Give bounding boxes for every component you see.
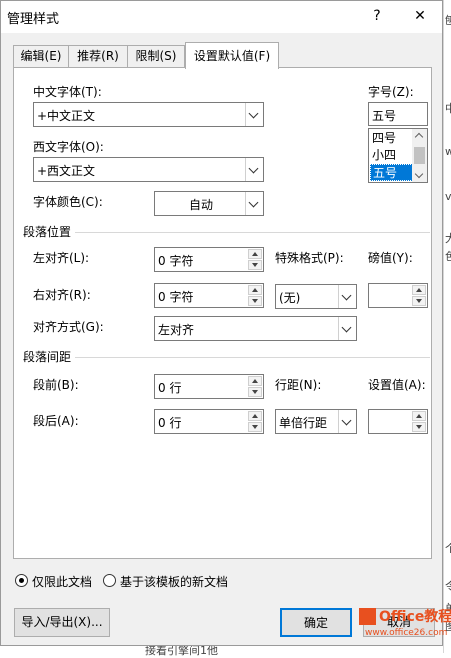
tab-edit[interactable]: 编辑(E)	[13, 45, 69, 67]
pound-stepper[interactable]	[368, 283, 428, 308]
manage-styles-dialog: 管理样式 ? ✕ 编辑(E) 推荐(R) 限制(S) 设置默认值(F) 中文字体…	[0, 0, 451, 646]
spin-down-icon[interactable]	[412, 296, 426, 306]
spin-down-icon[interactable]	[248, 422, 262, 432]
alignment-value: 左对齐	[158, 323, 195, 337]
chinese-font-value: +中文正文	[37, 109, 96, 123]
right-indent-stepper[interactable]: 0 字符	[154, 283, 264, 308]
dialog-title: 管理样式	[7, 12, 60, 27]
space-before-stepper[interactable]: 0 行	[154, 374, 264, 399]
pound-label: 磅值(Y):	[368, 251, 413, 265]
left-indent-value: 0 字符	[158, 254, 194, 268]
bg-char: 中	[445, 102, 451, 115]
left-indent-label: 左对齐(L):	[33, 251, 90, 265]
font-size-input[interactable]: 五号	[368, 102, 428, 126]
paragraph-position-heading: 段落位置	[23, 225, 72, 239]
spin-down-icon[interactable]	[412, 422, 426, 432]
watermark-brand: Office教程网	[379, 609, 451, 625]
line-spacing-label: 行距(N):	[275, 378, 322, 392]
special-format-label: 特殊格式(P):	[275, 251, 344, 265]
import-export-button[interactable]: 导入/导出(X)...	[14, 608, 110, 637]
this-document-radio[interactable]	[15, 574, 28, 587]
background-document: 刨 中 w v 大 色 个 令 单 图	[443, 0, 451, 653]
chevron-down-icon[interactable]	[338, 410, 356, 433]
chevron-down-icon[interactable]	[414, 169, 424, 179]
chevron-down-icon[interactable]	[338, 285, 356, 308]
paragraph-spacing-heading: 段落间距	[23, 350, 72, 364]
tab-recommend[interactable]: 推荐(R)	[68, 45, 128, 67]
chevron-down-icon[interactable]	[245, 158, 263, 181]
template-label[interactable]: 基于该模板的新文档	[120, 573, 228, 590]
this-document-label[interactable]: 仅限此文档	[32, 573, 92, 590]
close-button[interactable]: ✕	[408, 5, 432, 27]
chinese-font-combo[interactable]: +中文正文	[33, 102, 264, 127]
spin-up-icon[interactable]	[248, 411, 262, 421]
setting-value-label: 设置值(A):	[368, 378, 426, 392]
left-indent-stepper[interactable]: 0 字符	[154, 247, 264, 272]
watermark-url: www.office26.com	[365, 628, 448, 638]
spin-up-icon[interactable]	[412, 411, 426, 421]
bg-char: 个	[445, 542, 451, 555]
right-indent-label: 右对齐(R):	[33, 288, 91, 302]
tab-set-defaults[interactable]: 设置默认值(F)	[185, 42, 279, 69]
office-watermark-logo: Office教程网 www.office26.com	[359, 606, 451, 646]
line-spacing-value: 单倍行距	[279, 416, 328, 430]
list-item[interactable]: 四号	[370, 130, 413, 147]
right-indent-value: 0 字符	[158, 290, 194, 304]
scrollbar[interactable]	[412, 129, 427, 182]
spin-down-icon[interactable]	[248, 387, 262, 397]
special-format-combo[interactable]: (无)	[275, 284, 357, 309]
bg-char: 刨	[445, 14, 451, 27]
office-logo-icon	[359, 608, 376, 625]
bg-char: 大	[445, 232, 451, 245]
title-bar: 管理样式 ? ✕	[1, 1, 442, 33]
special-format-value: (无)	[279, 291, 301, 305]
line-spacing-combo[interactable]: 单倍行距	[275, 409, 357, 434]
chinese-font-label: 中文字体(T):	[33, 85, 102, 99]
tab-restrict[interactable]: 限制(S)	[127, 45, 185, 67]
list-item[interactable]: 小四	[370, 147, 413, 164]
bg-char: 色	[445, 250, 451, 263]
chevron-down-icon[interactable]	[245, 103, 263, 126]
divider	[75, 357, 430, 358]
space-before-label: 段前(B):	[33, 378, 79, 392]
alignment-label: 对齐方式(G):	[33, 320, 104, 334]
font-size-list[interactable]: 四号 小四 五号	[368, 128, 428, 183]
western-font-label: 西文字体(O):	[33, 140, 104, 154]
font-color-combo[interactable]: 自动	[154, 191, 264, 216]
font-size-label: 字号(Z):	[368, 85, 414, 99]
template-radio[interactable]	[103, 574, 116, 587]
spin-down-icon[interactable]	[248, 260, 262, 270]
font-color-label: 字体颜色(C):	[33, 195, 103, 209]
spin-up-icon[interactable]	[248, 376, 262, 386]
scrollbar-thumb[interactable]	[414, 147, 425, 164]
font-color-value: 自动	[188, 198, 213, 212]
spin-up-icon[interactable]	[412, 285, 426, 295]
western-font-combo[interactable]: +西文正文	[33, 157, 264, 182]
bg-char: v	[445, 190, 451, 203]
font-size-value: 五号	[372, 109, 397, 123]
spin-up-icon[interactable]	[248, 249, 262, 259]
spin-down-icon[interactable]	[248, 296, 262, 306]
bg-char: w	[445, 145, 451, 158]
setting-value-stepper[interactable]	[368, 409, 428, 434]
spin-up-icon[interactable]	[248, 285, 262, 295]
chevron-up-icon[interactable]	[414, 132, 424, 142]
space-after-label: 段后(A):	[33, 414, 79, 428]
space-after-value: 0 行	[158, 416, 182, 430]
chevron-down-icon[interactable]	[245, 192, 263, 215]
space-before-value: 0 行	[158, 381, 182, 395]
alignment-combo[interactable]: 左对齐	[154, 316, 357, 341]
bg-char: 令	[445, 580, 451, 593]
space-after-stepper[interactable]: 0 行	[154, 409, 264, 434]
list-item-selected[interactable]: 五号	[370, 164, 413, 181]
divider	[75, 232, 430, 233]
western-font-value: +西文正文	[37, 164, 96, 178]
ok-button[interactable]: 确定	[280, 608, 352, 637]
chevron-down-icon[interactable]	[338, 317, 356, 340]
help-button[interactable]: ?	[365, 5, 389, 27]
